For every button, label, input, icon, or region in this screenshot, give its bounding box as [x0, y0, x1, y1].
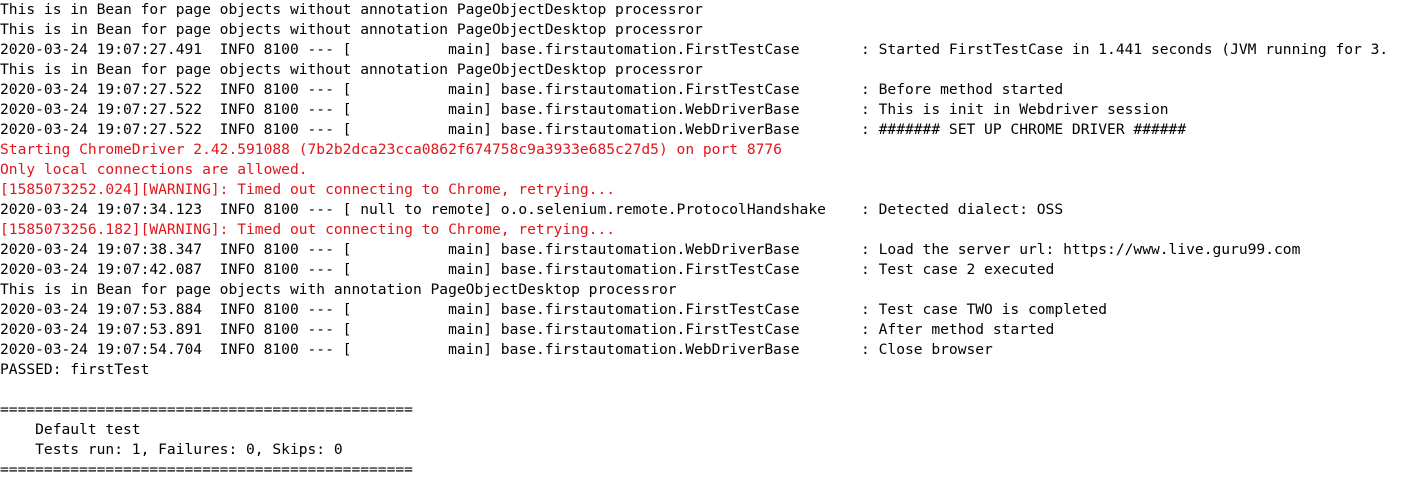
console-line: 2020-03-24 19:07:34.123 INFO 8100 --- [ … — [0, 201, 1064, 218]
console-line: This is in Bean for page objects without… — [0, 1, 703, 18]
console-line: 2020-03-24 19:07:42.087 INFO 8100 --- [ … — [0, 261, 1055, 278]
console-line: 2020-03-24 19:07:53.884 INFO 8100 --- [ … — [0, 301, 1108, 318]
console-line: This is in Bean for page objects without… — [0, 61, 703, 78]
console-line: 2020-03-24 19:07:27.522 INFO 8100 --- [ … — [0, 101, 1169, 118]
console-error-line: Starting ChromeDriver 2.42.591088 (7b2b2… — [0, 141, 782, 158]
console-line: 2020-03-24 19:07:38.347 INFO 8100 --- [ … — [0, 241, 1301, 258]
summary-counts: Tests run: 1, Failures: 0, Skips: 0 — [0, 441, 343, 458]
test-result-line: PASSED: firstTest — [0, 361, 150, 378]
console-line: 2020-03-24 19:07:27.522 INFO 8100 --- [ … — [0, 121, 1187, 138]
summary-separator: ========================================… — [0, 401, 413, 418]
console-line: 2020-03-24 19:07:54.704 INFO 8100 --- [ … — [0, 341, 993, 358]
console-line: This is in Bean for page objects with an… — [0, 281, 677, 298]
console-line: 2020-03-24 19:07:27.491 INFO 8100 --- [ … — [0, 41, 1389, 58]
console-line: 2020-03-24 19:07:53.891 INFO 8100 --- [ … — [0, 321, 1055, 338]
summary-separator: ========================================… — [0, 461, 413, 478]
console-line: 2020-03-24 19:07:27.522 INFO 8100 --- [ … — [0, 81, 1064, 98]
console-warning-line: [1585073256.182][WARNING]: Timed out con… — [0, 221, 616, 238]
console-output[interactable]: This is in Bean for page objects without… — [0, 0, 1417, 482]
console-error-line: Only local connections are allowed. — [0, 161, 308, 178]
summary-suite-name: Default test — [0, 421, 141, 438]
console-warning-line: [1585073252.024][WARNING]: Timed out con… — [0, 181, 616, 198]
console-line: This is in Bean for page objects without… — [0, 21, 703, 38]
